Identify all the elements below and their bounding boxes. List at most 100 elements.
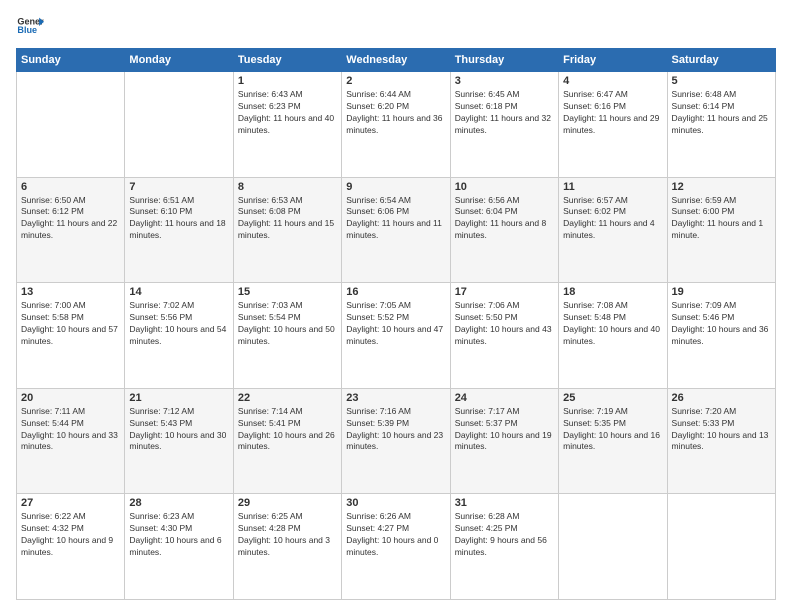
day-info: Sunrise: 7:16 AMSunset: 5:39 PMDaylight:… [346, 406, 445, 454]
day-number: 11 [563, 181, 662, 193]
day-info: Sunrise: 6:22 AMSunset: 4:32 PMDaylight:… [21, 511, 120, 559]
calendar-day-cell: 26 Sunrise: 7:20 AMSunset: 5:33 PMDayligh… [667, 388, 775, 494]
day-info: Sunrise: 6:28 AMSunset: 4:25 PMDaylight:… [455, 511, 554, 559]
day-info: Sunrise: 6:47 AMSunset: 6:16 PMDaylight:… [563, 89, 662, 137]
day-info: Sunrise: 7:06 AMSunset: 5:50 PMDaylight:… [455, 300, 554, 348]
day-info: Sunrise: 7:05 AMSunset: 5:52 PMDaylight:… [346, 300, 445, 348]
day-number: 10 [455, 181, 554, 193]
calendar-day-cell: 30 Sunrise: 6:26 AMSunset: 4:27 PMDayligh… [342, 494, 450, 600]
day-info: Sunrise: 7:03 AMSunset: 5:54 PMDaylight:… [238, 300, 337, 348]
calendar-day-cell: 14 Sunrise: 7:02 AMSunset: 5:56 PMDayligh… [125, 283, 233, 389]
day-info: Sunrise: 6:56 AMSunset: 6:04 PMDaylight:… [455, 195, 554, 243]
day-number: 14 [129, 286, 228, 298]
calendar-week-row: 1Sunrise: 6:43 AMSunset: 6:23 PMDaylight… [17, 72, 776, 178]
day-info: Sunrise: 7:11 AMSunset: 5:44 PMDaylight:… [21, 406, 120, 454]
day-number: 25 [563, 392, 662, 404]
day-number: 4 [563, 75, 662, 87]
day-info: Sunrise: 6:50 AMSunset: 6:12 PMDaylight:… [21, 195, 120, 243]
day-info: Sunrise: 7:09 AMSunset: 5:46 PMDaylight:… [672, 300, 771, 348]
weekday-header-row: SundayMondayTuesdayWednesdayThursdayFrid… [17, 49, 776, 72]
logo: General Blue [16, 12, 44, 40]
calendar-day-cell [125, 72, 233, 178]
calendar-day-cell: 8Sunrise: 6:53 AMSunset: 6:08 PMDaylight… [233, 177, 341, 283]
day-info: Sunrise: 6:59 AMSunset: 6:00 PMDaylight:… [672, 195, 771, 243]
day-number: 20 [21, 392, 120, 404]
calendar-day-cell: 4 Sunrise: 6:47 AMSunset: 6:16 PMDaylight… [559, 72, 667, 178]
calendar-day-cell: 3 Sunrise: 6:45 AMSunset: 6:18 PMDaylight… [450, 72, 558, 178]
day-info: Sunrise: 7:14 AMSunset: 5:41 PMDaylight:… [238, 406, 337, 454]
day-number: 26 [672, 392, 771, 404]
day-info: Sunrise: 7:12 AMSunset: 5:43 PMDaylight:… [129, 406, 228, 454]
day-info: Sunrise: 7:20 AMSunset: 5:33 PMDaylight:… [672, 406, 771, 454]
day-info: Sunrise: 6:45 AMSunset: 6:18 PMDaylight:… [455, 89, 554, 137]
calendar-week-row: 27 Sunrise: 6:22 AMSunset: 4:32 PMDayligh… [17, 494, 776, 600]
day-info: Sunrise: 7:17 AMSunset: 5:37 PMDaylight:… [455, 406, 554, 454]
day-info: Sunrise: 6:26 AMSunset: 4:27 PMDaylight:… [346, 511, 445, 559]
day-info: Sunrise: 6:44 AMSunset: 6:20 PMDaylight:… [346, 89, 445, 137]
weekday-header: Saturday [667, 49, 775, 72]
weekday-header: Monday [125, 49, 233, 72]
day-number: 30 [346, 497, 445, 509]
calendar-day-cell: 31 Sunrise: 6:28 AMSunset: 4:25 PMDayligh… [450, 494, 558, 600]
calendar-week-row: 6 Sunrise: 6:50 AMSunset: 6:12 PMDaylight… [17, 177, 776, 283]
day-number: 24 [455, 392, 554, 404]
calendar-day-cell: 29Sunrise: 6:25 AMSunset: 4:28 PMDayligh… [233, 494, 341, 600]
calendar-day-cell: 15 Sunrise: 7:03 AMSunset: 5:54 PMDayligh… [233, 283, 341, 389]
calendar-day-cell: 6 Sunrise: 6:50 AMSunset: 6:12 PMDaylight… [17, 177, 125, 283]
calendar-day-cell: 10 Sunrise: 6:56 AMSunset: 6:04 PMDayligh… [450, 177, 558, 283]
day-number: 1 [238, 75, 337, 87]
calendar-day-cell: 13Sunrise: 7:00 AMSunset: 5:58 PMDayligh… [17, 283, 125, 389]
calendar-day-cell: 19 Sunrise: 7:09 AMSunset: 5:46 PMDayligh… [667, 283, 775, 389]
svg-text:Blue: Blue [17, 25, 37, 35]
day-number: 16 [346, 286, 445, 298]
header: General Blue [16, 12, 776, 40]
day-number: 2 [346, 75, 445, 87]
day-number: 31 [455, 497, 554, 509]
day-number: 5 [672, 75, 771, 87]
calendar-day-cell: 18 Sunrise: 7:08 AMSunset: 5:48 PMDayligh… [559, 283, 667, 389]
calendar-week-row: 13Sunrise: 7:00 AMSunset: 5:58 PMDayligh… [17, 283, 776, 389]
day-info: Sunrise: 6:54 AMSunset: 6:06 PMDaylight:… [346, 195, 445, 243]
day-info: Sunrise: 6:53 AMSunset: 6:08 PMDaylight:… [238, 195, 337, 243]
calendar-day-cell: 11Sunrise: 6:57 AMSunset: 6:02 PMDayligh… [559, 177, 667, 283]
day-number: 3 [455, 75, 554, 87]
logo-icon: General Blue [16, 12, 44, 40]
calendar-day-cell: 27 Sunrise: 6:22 AMSunset: 4:32 PMDayligh… [17, 494, 125, 600]
calendar-day-cell: 24 Sunrise: 7:17 AMSunset: 5:37 PMDayligh… [450, 388, 558, 494]
calendar-day-cell [667, 494, 775, 600]
calendar-day-cell: 9 Sunrise: 6:54 AMSunset: 6:06 PMDaylight… [342, 177, 450, 283]
day-info: Sunrise: 6:25 AMSunset: 4:28 PMDaylight:… [238, 511, 337, 559]
day-number: 6 [21, 181, 120, 193]
day-info: Sunrise: 7:02 AMSunset: 5:56 PMDaylight:… [129, 300, 228, 348]
day-info: Sunrise: 6:23 AMSunset: 4:30 PMDaylight:… [129, 511, 228, 559]
day-number: 13 [21, 286, 120, 298]
day-number: 21 [129, 392, 228, 404]
calendar-day-cell: 16 Sunrise: 7:05 AMSunset: 5:52 PMDayligh… [342, 283, 450, 389]
day-number: 27 [21, 497, 120, 509]
day-number: 19 [672, 286, 771, 298]
day-number: 28 [129, 497, 228, 509]
calendar-day-cell: 23Sunrise: 7:16 AMSunset: 5:39 PMDayligh… [342, 388, 450, 494]
calendar-table: SundayMondayTuesdayWednesdayThursdayFrid… [16, 48, 776, 600]
day-number: 18 [563, 286, 662, 298]
calendar-day-cell: 28 Sunrise: 6:23 AMSunset: 4:30 PMDayligh… [125, 494, 233, 600]
day-info: Sunrise: 7:08 AMSunset: 5:48 PMDaylight:… [563, 300, 662, 348]
day-number: 7 [129, 181, 228, 193]
day-number: 12 [672, 181, 771, 193]
day-info: Sunrise: 6:48 AMSunset: 6:14 PMDaylight:… [672, 89, 771, 137]
calendar-day-cell: 5 Sunrise: 6:48 AMSunset: 6:14 PMDaylight… [667, 72, 775, 178]
day-number: 17 [455, 286, 554, 298]
calendar-day-cell [17, 72, 125, 178]
day-info: Sunrise: 6:51 AMSunset: 6:10 PMDaylight:… [129, 195, 228, 243]
day-number: 9 [346, 181, 445, 193]
calendar-week-row: 20 Sunrise: 7:11 AMSunset: 5:44 PMDayligh… [17, 388, 776, 494]
calendar-day-cell: 25 Sunrise: 7:19 AMSunset: 5:35 PMDayligh… [559, 388, 667, 494]
calendar-day-cell: 1Sunrise: 6:43 AMSunset: 6:23 PMDaylight… [233, 72, 341, 178]
weekday-header: Thursday [450, 49, 558, 72]
day-info: Sunrise: 7:19 AMSunset: 5:35 PMDaylight:… [563, 406, 662, 454]
day-number: 15 [238, 286, 337, 298]
page: General Blue SundayMondayTuesdayWednesda… [0, 0, 792, 612]
calendar-day-cell: 22Sunrise: 7:14 AMSunset: 5:41 PMDayligh… [233, 388, 341, 494]
calendar-day-cell: 2 Sunrise: 6:44 AMSunset: 6:20 PMDaylight… [342, 72, 450, 178]
calendar-day-cell: 12 Sunrise: 6:59 AMSunset: 6:00 PMDayligh… [667, 177, 775, 283]
